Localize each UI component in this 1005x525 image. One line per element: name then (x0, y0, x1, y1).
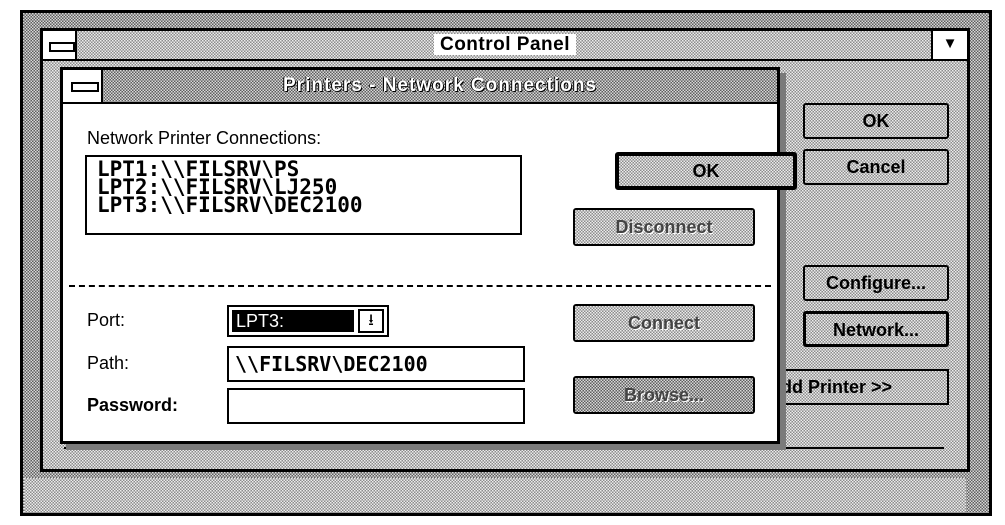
cp-cancel-button[interactable]: Cancel (803, 149, 949, 185)
cp-configure-button[interactable]: Configure... (803, 265, 949, 301)
password-label: Password: (87, 395, 179, 415)
disconnect-button[interactable]: Disconnect (573, 208, 755, 246)
path-input[interactable]: \\FILSRV\DEC2100 (227, 346, 525, 382)
control-panel-title: Control Panel (43, 31, 967, 59)
dialog-title: Printers - Network Connections (283, 75, 597, 96)
connections-list[interactable]: LPT1:\\FILSRV\PS LPT2:\\FILSRV\LJ250 LPT… (85, 155, 522, 235)
connections-label: Network Printer Connections: (87, 128, 322, 148)
cp-add-printer-button[interactable]: dd Printer >> (771, 369, 949, 405)
dialog-divider (69, 285, 771, 287)
ok-button[interactable]: OK (615, 152, 797, 190)
cp-ok-button[interactable]: OK (803, 103, 949, 139)
dropdown-arrow-icon[interactable]: ⭳ (358, 309, 384, 333)
system-menu-icon[interactable] (43, 31, 77, 59)
port-selected-value: LPT3: (232, 310, 354, 332)
path-label: Path: (87, 353, 130, 373)
desktop-strip (24, 478, 966, 512)
cp-network-button[interactable]: Network... (803, 311, 949, 347)
dialog-titlebar[interactable]: Printers - Network Connections (63, 70, 777, 104)
browse-button[interactable]: Browse... (573, 376, 755, 414)
port-label: Port: (87, 310, 126, 330)
control-panel-titlebar[interactable]: Control Panel ▼ (43, 31, 967, 61)
divider (64, 447, 944, 449)
connect-button[interactable]: Connect (573, 304, 755, 342)
system-menu-icon[interactable] (63, 70, 103, 102)
port-dropdown[interactable]: LPT3: ⭳ (227, 305, 389, 337)
password-input[interactable] (227, 388, 525, 424)
list-item[interactable]: LPT3:\\FILSRV\DEC2100 (97, 195, 520, 216)
network-connections-dialog: Printers - Network Connections Network P… (60, 67, 797, 444)
down-arrow-icon[interactable]: ▼ (931, 31, 967, 59)
